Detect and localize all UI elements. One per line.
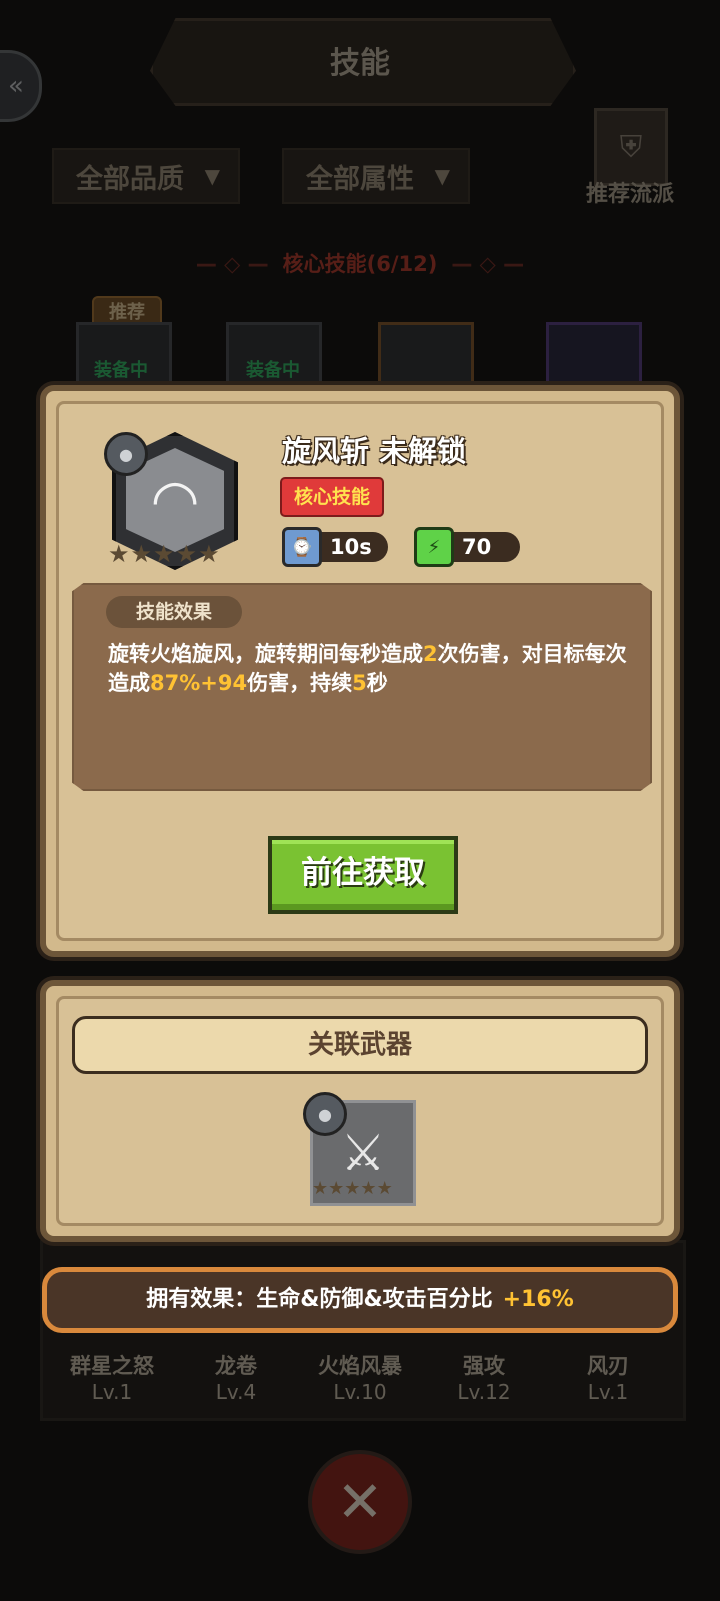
related-weapon-header: 关联武器: [72, 1016, 648, 1074]
equipped-label: 装备中: [246, 360, 300, 381]
star-icon: ★: [108, 540, 130, 568]
core-skills-heading: 核心技能(6/12): [0, 248, 720, 278]
quality-filter[interactable]: 全部品质 ▼: [52, 148, 240, 204]
bottom-skill-name: 群星之怒: [70, 1354, 154, 1378]
attribute-filter-label: 全部属性: [306, 163, 414, 195]
star-icon: ★: [175, 540, 198, 568]
lock-icon: ●: [303, 1092, 347, 1136]
bottom-skill-item[interactable]: 强攻 Lv.12: [424, 1350, 544, 1404]
star-rating: ★ ★ ★ ★ ★: [108, 540, 238, 568]
recommend-build-label: 推荐流派: [585, 182, 674, 207]
star-icon: ★: [312, 1178, 329, 1199]
bottom-skill-level: Lv.1: [91, 1380, 133, 1404]
clock-icon: ⌚: [282, 527, 322, 567]
bottom-skill-item[interactable]: 火焰风暴 Lv.10: [300, 1350, 420, 1404]
attribute-filter[interactable]: 全部属性 ▼: [282, 148, 470, 204]
page-title: 技能: [330, 46, 390, 81]
star-icon: ★: [198, 540, 220, 568]
core-skill-badge: 核心技能: [280, 477, 384, 517]
star-icon: ★: [360, 1178, 377, 1199]
bottom-skill-level: Lv.10: [333, 1380, 387, 1404]
weapon-star-rating: ★ ★ ★ ★ ★: [312, 1178, 393, 1199]
bottom-skill-item[interactable]: 龙卷 Lv.4: [176, 1350, 296, 1404]
bottom-skill-name: 火焰风暴: [318, 1354, 402, 1378]
close-icon: ✕: [336, 1469, 384, 1535]
shield-icon: ⛨: [619, 129, 643, 165]
bottom-skill-item[interactable]: 群星之怒 Lv.1: [52, 1350, 172, 1404]
dropdown-caret-icon: ▼: [434, 164, 450, 188]
owned-effect-value: +16%: [502, 1287, 574, 1312]
star-icon: ★: [344, 1178, 361, 1199]
owned-effect-label: 拥有效果：生命&防御&攻击百分比: [146, 1287, 493, 1312]
equipped-label: 装备中: [94, 360, 148, 381]
lightning-icon: ⚡: [414, 527, 454, 567]
recommend-build-button[interactable]: ⛨: [594, 108, 668, 186]
effect-tab: 技能效果: [106, 596, 242, 628]
double-chevron-left-icon: «: [8, 71, 24, 101]
claw-weapon-icon: ⚔: [340, 1124, 386, 1182]
bottom-skill-name: 强攻: [463, 1354, 505, 1378]
owned-effect-bar: 拥有效果：生命&防御&攻击百分比 +16%: [42, 1267, 678, 1333]
dropdown-caret-icon: ▼: [204, 164, 220, 188]
skill-name: 旋风斩 未解锁: [282, 434, 467, 468]
effect-description: 旋转火焰旋风，旋转期间每秒造成2次伤害，对目标每次造成87%+94伤害，持续5秒: [108, 642, 627, 695]
bottom-skill-level: Lv.12: [457, 1380, 511, 1404]
star-icon: ★: [376, 1178, 393, 1199]
quality-filter-label: 全部品质: [76, 163, 184, 195]
bottom-skill-name: 龙卷: [215, 1354, 257, 1378]
bottom-skill-level: Lv.1: [587, 1380, 629, 1404]
go-obtain-button[interactable]: 前往获取: [268, 836, 458, 914]
bg-skill-slot[interactable]: [378, 322, 474, 388]
star-icon: ★: [328, 1178, 345, 1199]
star-icon: ★: [130, 540, 153, 568]
bg-skill-slot[interactable]: [546, 322, 642, 388]
bottom-skill-item[interactable]: 风刃 Lv.1: [548, 1350, 668, 1404]
close-button[interactable]: ✕: [308, 1450, 412, 1554]
bottom-skill-level: Lv.4: [215, 1380, 257, 1404]
bottom-skill-name: 风刃: [587, 1354, 629, 1378]
star-icon: ★: [153, 540, 175, 568]
lock-icon: ●: [104, 432, 148, 476]
